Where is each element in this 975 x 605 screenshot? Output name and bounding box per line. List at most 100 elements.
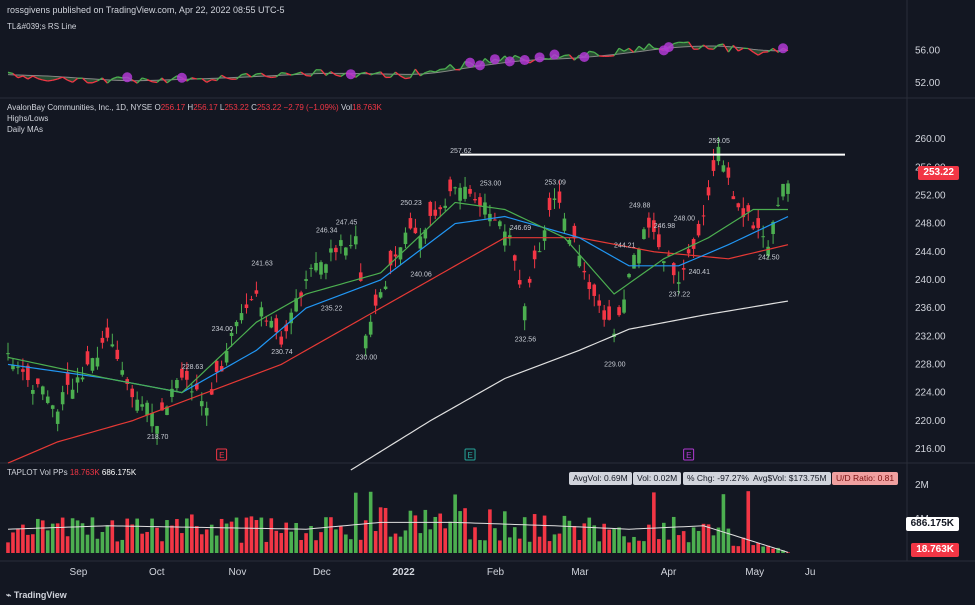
time-axis-label: Mar <box>571 567 589 578</box>
stat-avg-dollar-vol: Avg$Vol: $173.75M <box>749 472 831 485</box>
open-value: 256.17 <box>160 103 186 112</box>
candle-body <box>587 282 592 289</box>
pivot-label: 235.22 <box>321 306 343 313</box>
candle-body <box>746 205 751 212</box>
candle-body <box>577 255 582 267</box>
rs-line-segment <box>256 72 262 75</box>
candle-body <box>468 188 472 194</box>
candle-body <box>199 401 204 407</box>
volume-bar <box>209 524 214 553</box>
volume-bar <box>175 519 179 553</box>
pivot-label: 250.23 <box>400 200 422 207</box>
candle-body <box>150 413 154 427</box>
change-value: −2.79 (−1.09%) <box>283 103 339 112</box>
volume-bar <box>254 520 259 553</box>
rs-new-high-dot <box>504 56 515 67</box>
candle-body <box>95 357 100 367</box>
volume-bar <box>547 541 552 553</box>
volume-study-label: TAPLOT Vol PPs <box>7 468 68 477</box>
volume-bar <box>527 541 532 553</box>
candle-body <box>373 294 378 306</box>
volume-bar <box>239 542 244 553</box>
volume-bar <box>294 522 298 553</box>
volume-bar <box>512 527 517 553</box>
volume-bar <box>60 517 65 553</box>
rs-new-high-dot <box>519 55 530 66</box>
volume-bar <box>652 492 656 553</box>
volume-bar <box>130 524 135 553</box>
volume-bar <box>244 517 249 553</box>
daily-mas-study[interactable]: Daily MAs <box>7 125 43 134</box>
volume-bar <box>522 517 527 553</box>
rs-line-segment <box>718 43 724 46</box>
tradingview-brand[interactable]: ⌁ TradingView <box>6 590 67 601</box>
volume-bar <box>711 535 716 553</box>
candle-body <box>642 229 646 239</box>
volume-bar <box>135 518 139 553</box>
volume-bar <box>16 528 20 553</box>
candle-body <box>204 407 209 416</box>
volume-bar <box>557 533 562 553</box>
price-axis-tick: 220.00 <box>915 416 946 427</box>
candle-body <box>786 183 790 194</box>
candle-body <box>11 365 15 370</box>
candle-body <box>110 344 115 347</box>
volume-bar <box>329 517 333 553</box>
volume-bar <box>622 536 626 553</box>
candle-body <box>478 197 482 207</box>
volume-panel-legend: TAPLOT Vol PPs 18.763K 686.175K <box>7 468 136 477</box>
highs-lows-study[interactable]: Highs/Lows <box>7 114 48 123</box>
rs-line-segment <box>440 68 446 71</box>
candle-body <box>105 327 110 338</box>
candle-body <box>776 204 780 206</box>
candle-body <box>706 187 711 196</box>
volume-bar <box>334 529 338 553</box>
volume-bar <box>532 514 537 553</box>
volume-bar <box>448 521 452 553</box>
candle-body <box>80 377 85 380</box>
volume-bar <box>418 533 423 553</box>
volume-bar <box>125 518 130 553</box>
volume-bar <box>378 507 383 553</box>
publisher-line: rossgivens published on TradingView.com,… <box>7 5 285 15</box>
pivot-label: 253.00 <box>480 180 502 187</box>
candle-body <box>75 377 80 383</box>
price-axis-tick: 244.00 <box>915 247 946 258</box>
candle-body <box>214 360 219 373</box>
candle-body <box>433 209 438 216</box>
volume-bar <box>393 533 398 553</box>
price-axis-tick: 260.00 <box>915 134 946 145</box>
volume-bar <box>493 528 497 553</box>
pivot-label: 232.56 <box>515 336 537 343</box>
last-price-badge: 253.22 <box>918 166 959 180</box>
volume-bar <box>45 530 50 553</box>
rs-new-high-dot <box>176 72 187 83</box>
candle-body <box>50 405 55 409</box>
candle-body <box>731 196 736 200</box>
volume-axis-tick: 2M <box>915 480 929 491</box>
volume-bar <box>746 491 751 553</box>
rs-line-segment <box>42 79 48 82</box>
pivot-label: 229.00 <box>604 361 626 368</box>
rs-new-high-dot <box>465 57 476 68</box>
volume-bar <box>309 525 313 553</box>
volume-bar <box>666 539 671 553</box>
candle-body <box>130 388 135 398</box>
candle-body <box>120 370 125 375</box>
volume-bar <box>373 531 378 553</box>
volume-bar <box>428 529 433 553</box>
stat-vol: Vol: 0.02M <box>633 472 682 485</box>
volume-bar <box>190 514 194 553</box>
volume-bar <box>180 533 184 553</box>
rs-axis-tick: 52.00 <box>915 78 940 89</box>
time-axis-label: Sep <box>70 567 88 578</box>
pivot-label: 242.50 <box>758 254 780 261</box>
volume-bar <box>612 528 616 553</box>
candle-body <box>781 183 785 197</box>
candle-body <box>349 245 353 247</box>
pivot-label: 247.45 <box>336 219 358 226</box>
volume-bar <box>582 523 587 553</box>
candle-body <box>155 426 159 434</box>
volume-bar <box>31 534 35 553</box>
candle-body <box>403 232 408 245</box>
